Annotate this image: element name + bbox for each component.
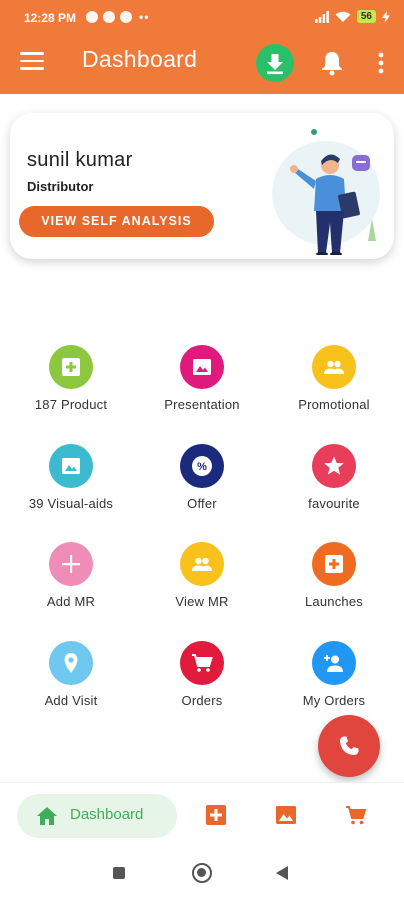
grid-item-product[interactable]: 187 Product	[4, 345, 138, 419]
image-icon	[193, 359, 211, 375]
orders-icon-circle	[180, 641, 224, 685]
grid-item-add-visit[interactable]: Add Visit	[4, 641, 138, 715]
grid-item-favourite[interactable]: favourite	[267, 444, 401, 518]
plus-box-icon[interactable]	[205, 804, 227, 826]
grid-label: Add MR	[46, 594, 96, 609]
more-notifications-indicator: ••	[139, 10, 150, 24]
launches-icon-circle	[312, 542, 356, 586]
grid-label: Presentation	[164, 397, 240, 412]
promotional-icon-circle	[312, 345, 356, 389]
profile-card: sunil kumar Distributor VIEW SELF ANALYS…	[10, 113, 394, 259]
grid-item-offer[interactable]: % Offer	[135, 444, 269, 518]
grid-item-view-mr[interactable]: View MR	[135, 542, 269, 616]
nav-item-label: Dashboard	[70, 806, 144, 823]
svg-text:%: %	[197, 461, 207, 473]
system-navigation-bar	[0, 846, 404, 900]
battery-indicator: 56	[356, 10, 376, 23]
recents-icon[interactable]	[113, 867, 125, 879]
cart-icon	[192, 654, 213, 672]
home-icon	[37, 807, 57, 825]
grid-item-orders[interactable]: Orders	[135, 641, 269, 715]
kebab-icon[interactable]	[372, 51, 390, 75]
app-bar: 12:28 PM •• 56 Dashboard	[0, 0, 404, 94]
status-bar: 12:28 PM •• 56	[0, 0, 404, 34]
grid-item-my-orders[interactable]: My Orders	[267, 641, 401, 715]
grid-item-presentation[interactable]: Presentation	[135, 345, 269, 419]
location-icon	[64, 653, 78, 673]
grid-label: Orders	[181, 693, 223, 708]
grid-item-launches[interactable]: Launches	[267, 542, 401, 616]
download-icon	[267, 54, 283, 75]
profile-role: Distributor	[27, 179, 94, 194]
signal-icon	[314, 10, 329, 23]
grid-label: Add Visit	[44, 693, 98, 708]
my-orders-icon-circle	[312, 641, 356, 685]
person-illustration	[272, 129, 380, 255]
grid-label: Promotional	[298, 397, 370, 412]
people-icon	[192, 557, 212, 571]
download-button[interactable]	[256, 44, 294, 82]
presentation-icon-circle	[180, 345, 224, 389]
blocked-icon	[120, 11, 132, 23]
plus-icon	[62, 555, 80, 573]
view-mr-icon-circle	[180, 542, 224, 586]
grid-label: 39 Visual-aids	[28, 496, 114, 511]
grid-item-promotional[interactable]: Promotional	[267, 345, 401, 419]
percent-icon: %	[192, 456, 212, 476]
profile-name: sunil kumar	[27, 149, 133, 171]
add-visit-icon-circle	[49, 641, 93, 685]
favourite-icon-circle	[312, 444, 356, 488]
grid-label: My Orders	[302, 693, 366, 708]
product-icon-circle	[49, 345, 93, 389]
call-button[interactable]	[318, 715, 380, 777]
phone-icon	[340, 736, 359, 755]
grid-label: favourite	[308, 496, 360, 511]
wifi-icon	[335, 11, 351, 22]
bell-icon[interactable]	[320, 50, 344, 76]
grid-label: Launches	[305, 594, 363, 609]
people-icon	[324, 360, 344, 374]
view-self-analysis-button[interactable]: VIEW SELF ANALYSIS	[19, 206, 214, 237]
offer-icon-circle: %	[180, 444, 224, 488]
page-title: Dashboard	[82, 46, 198, 72]
image-icon[interactable]	[275, 804, 297, 826]
charging-icon	[382, 10, 390, 23]
plus-box-icon	[325, 555, 343, 573]
add-mr-icon-circle	[49, 542, 93, 586]
cart-icon[interactable]	[345, 804, 367, 826]
status-time: 12:28 PM	[24, 11, 77, 25]
account-icon	[324, 654, 343, 672]
nav-item-dashboard[interactable]: Dashboard	[17, 794, 177, 838]
status-system-icons: 56	[314, 10, 390, 23]
star-icon	[324, 456, 344, 475]
home-circle-icon[interactable]	[192, 863, 212, 883]
bottom-navigation: Dashboard	[0, 782, 404, 846]
grid-item-add-mr[interactable]: Add MR	[4, 542, 138, 616]
grid-item-visual-aids[interactable]: 39 Visual-aids	[4, 444, 138, 518]
image-icon	[62, 458, 80, 474]
plus-box-icon	[62, 358, 80, 376]
back-icon[interactable]	[276, 866, 288, 880]
menu-icon[interactable]	[20, 52, 44, 72]
grid-label: 187 Product	[34, 397, 108, 412]
visual-aids-icon-circle	[49, 444, 93, 488]
status-notification-icons: ••	[86, 10, 149, 24]
notification-icon	[86, 11, 98, 23]
grid-label: View MR	[175, 594, 229, 609]
grid-label: Offer	[187, 496, 217, 511]
blocked-icon	[103, 11, 115, 23]
